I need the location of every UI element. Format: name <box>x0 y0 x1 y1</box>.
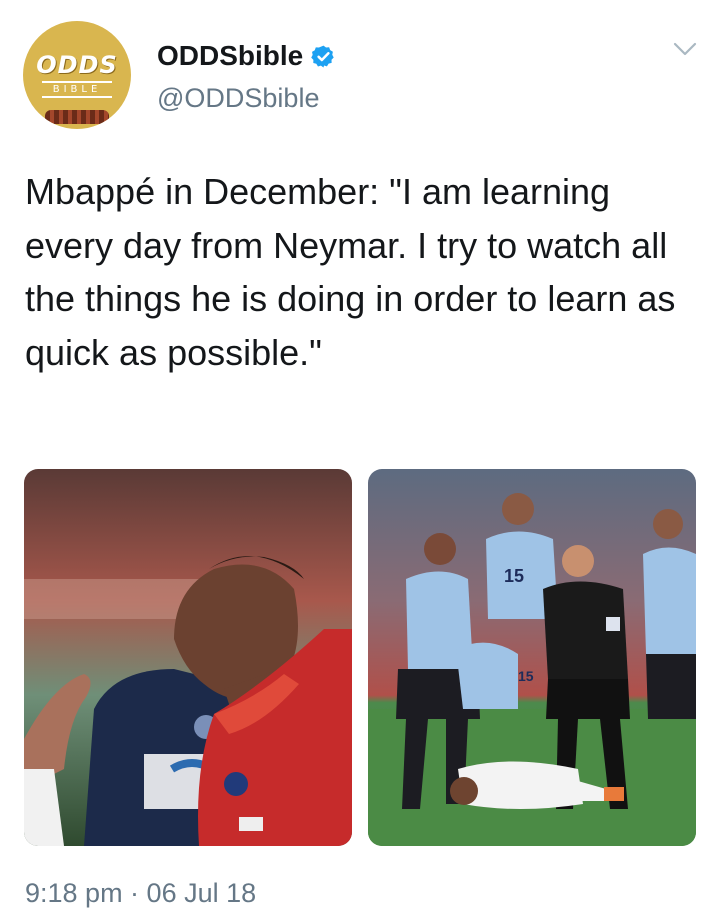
tweet-photo-left[interactable] <box>24 469 352 846</box>
avatar[interactable]: ODDS BIBLE <box>23 21 131 129</box>
account-handle[interactable]: @ODDSbible <box>157 82 319 114</box>
display-name-row[interactable]: ODDSbible <box>157 40 336 72</box>
shirt-number-crouch: 15 <box>518 668 534 684</box>
avatar-logo-bottom: BIBLE <box>42 81 112 98</box>
tweet-photo-right[interactable]: 15 15 <box>368 469 696 846</box>
chevron-down-icon[interactable] <box>672 40 698 58</box>
shirt-number-center: 15 <box>504 566 524 586</box>
tweet-timestamp[interactable]: 9:18 pm · 06 Jul 18 <box>25 876 256 910</box>
avatar-crowd-graphic <box>45 110 109 124</box>
photo-match-scene-illustration: 15 15 <box>368 469 696 846</box>
display-name[interactable]: ODDSbible <box>157 40 303 72</box>
photo-mbappe-illustration <box>24 469 352 846</box>
tweet-text: Mbappé in December: "I am learning every… <box>25 171 676 373</box>
avatar-logo-top: ODDS <box>36 51 118 79</box>
verified-badge-icon <box>311 45 334 67</box>
